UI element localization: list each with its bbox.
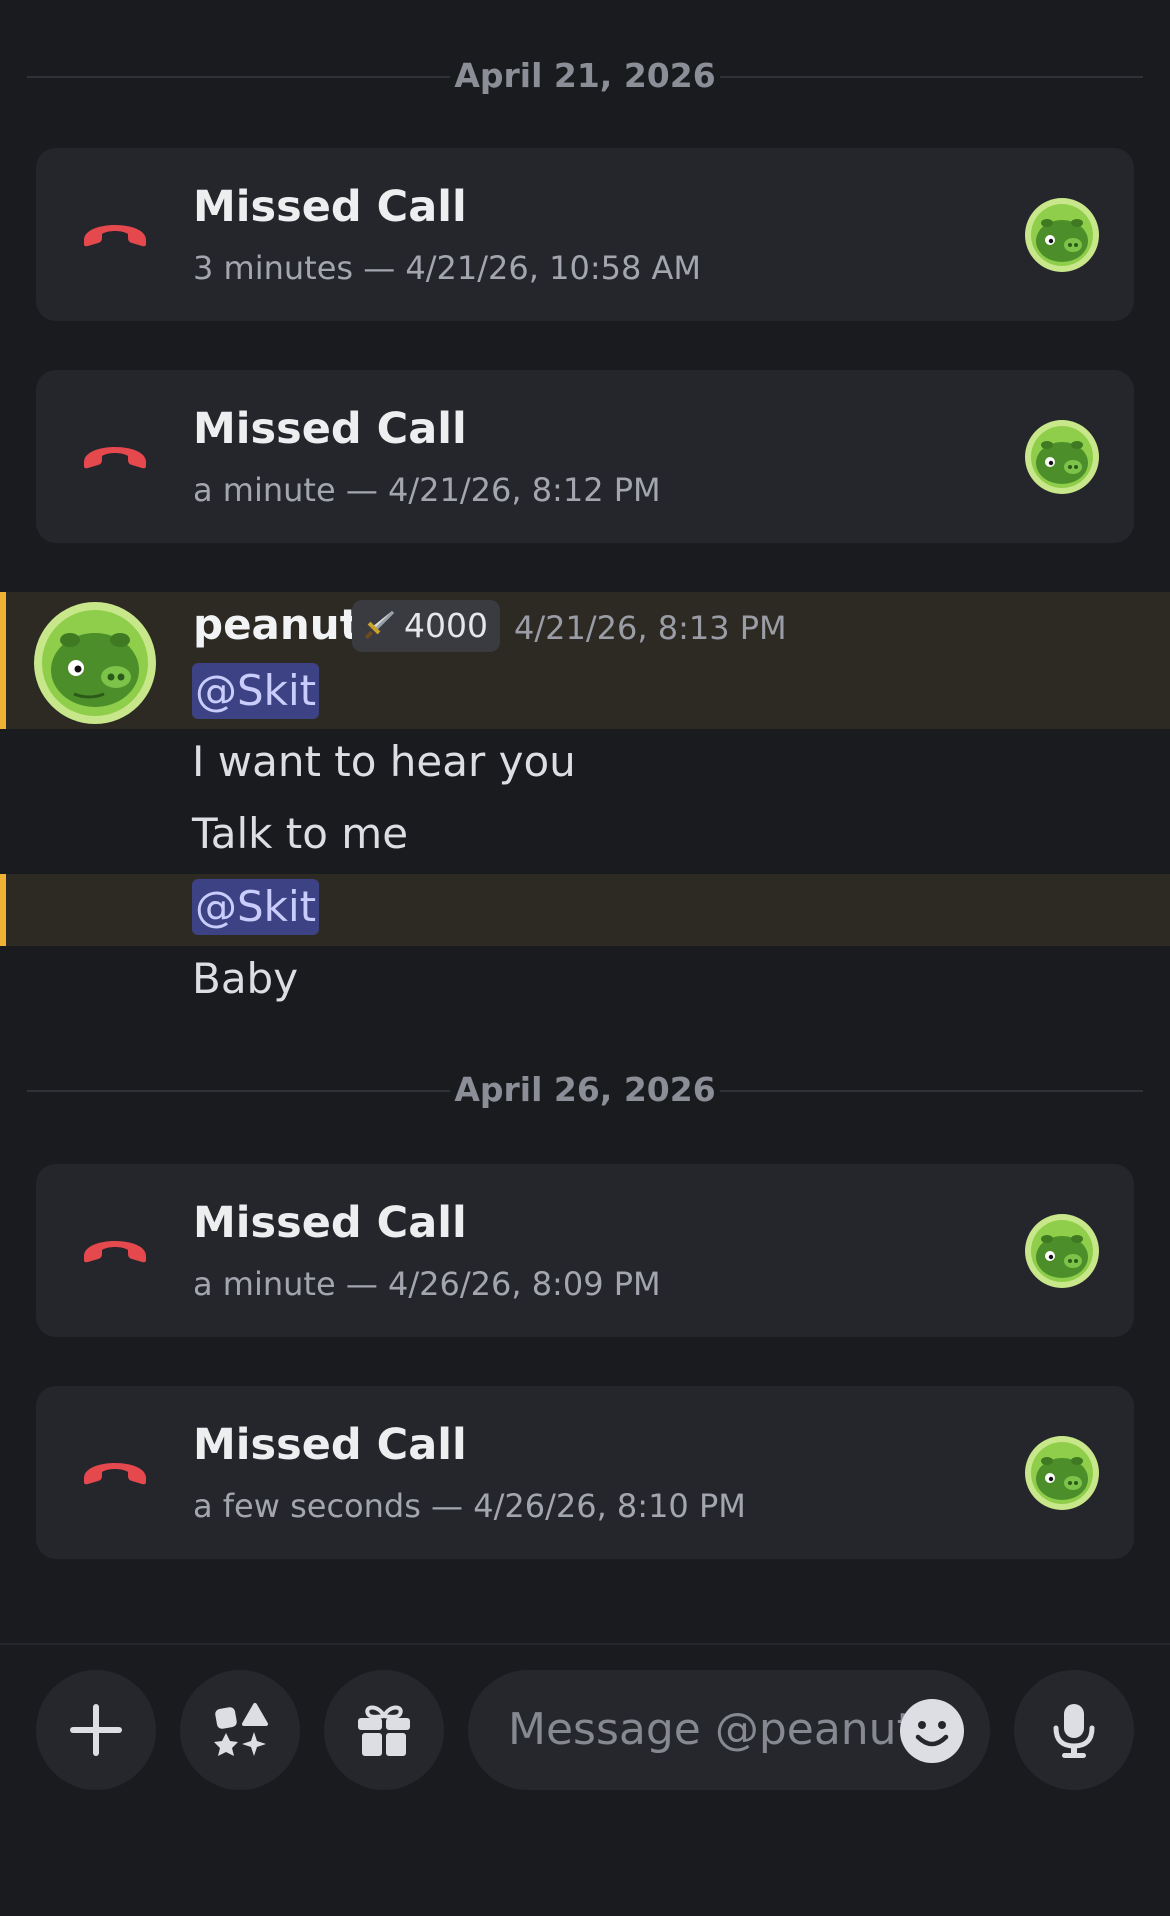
voice-message-button[interactable]: [1014, 1670, 1134, 1790]
message-text: Baby: [192, 954, 299, 1003]
call-meta: a minute — 4/21/26, 8:12 PM: [193, 471, 661, 509]
missed-call-card[interactable]: Missed Call a few seconds — 4/26/26, 8:1…: [36, 1386, 1134, 1559]
gift-icon: [358, 1705, 410, 1756]
call-meta: a few seconds — 4/26/26, 8:10 PM: [193, 1487, 746, 1525]
call-title: Missed Call: [193, 1420, 467, 1470]
message-input-placeholder: Message @peanut: [508, 1704, 914, 1755]
pig-avatar-icon[interactable]: [1025, 420, 1099, 494]
phone-hangup-icon: [84, 1241, 146, 1263]
missed-call-card[interactable]: Missed Call a minute — 4/21/26, 8:12 PM: [36, 370, 1134, 543]
phone-hangup-icon: [84, 447, 146, 469]
missed-call-card[interactable]: Missed Call a minute — 4/26/26, 8:09 PM: [36, 1164, 1134, 1337]
user-mention[interactable]: @Skit: [192, 663, 320, 719]
user-badge[interactable]: 4000: [352, 600, 500, 652]
sword-icon: [364, 611, 394, 640]
composer-separator: [0, 1643, 1170, 1645]
pig-avatar-icon[interactable]: [1025, 1436, 1099, 1510]
call-title: Missed Call: [193, 182, 467, 232]
message-username[interactable]: peanut: [193, 600, 360, 650]
date-divider: April 26, 2026: [27, 1070, 1143, 1110]
call-meta: a minute — 4/26/26, 8:09 PM: [193, 1265, 661, 1303]
apps-icon: [214, 1703, 268, 1756]
user-avatar[interactable]: [34, 602, 156, 724]
mic-icon: [1053, 1704, 1095, 1758]
message-text: Talk to me: [192, 809, 409, 858]
badge-value: 4000: [404, 606, 488, 645]
pig-avatar-icon[interactable]: [1025, 198, 1099, 272]
mention-highlight: [0, 874, 1170, 946]
date-divider: April 21, 2026: [27, 56, 1143, 96]
pig-avatar-icon[interactable]: [1025, 1214, 1099, 1288]
emoji-icon[interactable]: [900, 1699, 964, 1763]
message-text: I want to hear you: [192, 737, 576, 786]
call-meta: 3 minutes — 4/21/26, 10:58 AM: [193, 249, 701, 287]
user-mention[interactable]: @Skit: [192, 879, 320, 935]
plus-icon: [70, 1704, 122, 1756]
message-input[interactable]: Message @peanut: [468, 1670, 990, 1790]
call-title: Missed Call: [193, 404, 467, 454]
add-attachment-button[interactable]: [36, 1670, 156, 1790]
missed-call-card[interactable]: Missed Call 3 minutes — 4/21/26, 10:58 A…: [36, 148, 1134, 321]
phone-hangup-icon: [84, 1463, 146, 1485]
divider-line: [720, 76, 1143, 78]
gift-button[interactable]: [324, 1670, 444, 1790]
call-title: Missed Call: [193, 1198, 467, 1248]
apps-button[interactable]: [180, 1670, 300, 1790]
phone-hangup-icon: [84, 225, 146, 247]
message-timestamp: 4/21/26, 8:13 PM: [514, 609, 787, 647]
divider-line: [720, 1090, 1143, 1092]
